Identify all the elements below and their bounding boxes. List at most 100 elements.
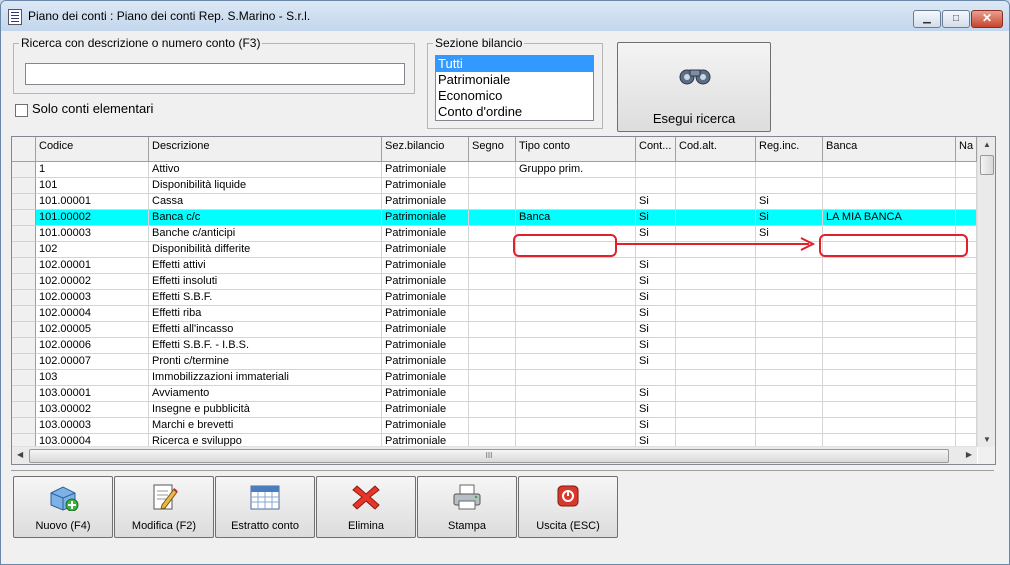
run-search-button[interactable]: Esegui ricerca xyxy=(617,42,771,132)
cell-descrizione[interactable]: Marchi e brevetti xyxy=(149,418,382,434)
cell-segno[interactable] xyxy=(469,370,516,386)
title-bar[interactable]: Piano dei conti : Piano dei conti Rep. S… xyxy=(1,1,1009,31)
cell-cont[interactable]: Si xyxy=(636,418,676,434)
cell-banca[interactable] xyxy=(823,338,956,354)
section-option-conto-ordine[interactable]: Conto d'ordine xyxy=(436,104,593,120)
cell-reginc[interactable] xyxy=(756,322,823,338)
horizontal-scrollbar[interactable]: ◀ III ▶ xyxy=(12,446,977,464)
cell-codice[interactable]: 101 xyxy=(36,178,149,194)
header-na[interactable]: Na xyxy=(956,137,977,161)
cell-na[interactable] xyxy=(956,274,977,290)
cell-banca[interactable] xyxy=(823,178,956,194)
cell-sez[interactable]: Patrimoniale xyxy=(382,178,469,194)
cell-reginc[interactable] xyxy=(756,418,823,434)
cell-codalt[interactable] xyxy=(676,354,756,370)
cell-cont[interactable]: Si xyxy=(636,338,676,354)
header-sez-bilancio[interactable]: Sez.bilancio xyxy=(382,137,469,161)
cell-banca[interactable]: LA MIA BANCA xyxy=(823,210,956,226)
cell-tipo[interactable] xyxy=(516,386,636,402)
header-segno[interactable]: Segno xyxy=(469,137,516,161)
cell-codalt[interactable] xyxy=(676,178,756,194)
header-descrizione[interactable]: Descrizione xyxy=(149,137,382,161)
cell-reginc[interactable] xyxy=(756,386,823,402)
table-row[interactable]: 103.00003 Marchi e brevetti Patrimoniale Si xyxy=(12,418,977,434)
cell-reginc[interactable]: Si xyxy=(756,210,823,226)
edit-button[interactable]: Modifica (F2) xyxy=(114,476,214,538)
cell-codalt[interactable] xyxy=(676,274,756,290)
table-row[interactable]: 102.00001 Effetti attivi Patrimoniale Si xyxy=(12,258,977,274)
scroll-right-icon[interactable]: ▶ xyxy=(966,450,972,459)
row-indicator[interactable] xyxy=(12,242,36,258)
cell-codice[interactable]: 101.00001 xyxy=(36,194,149,210)
cell-segno[interactable] xyxy=(469,210,516,226)
row-indicator[interactable] xyxy=(12,402,36,418)
table-row[interactable]: 101.00002 Banca c/c Patrimoniale Banca Si Si L… xyxy=(12,210,977,226)
cell-banca[interactable] xyxy=(823,402,956,418)
cell-banca[interactable] xyxy=(823,274,956,290)
cell-descrizione[interactable]: Banche c/anticipi xyxy=(149,226,382,242)
cell-codalt[interactable] xyxy=(676,258,756,274)
table-row[interactable]: 102.00004 Effetti riba Patrimoniale Si xyxy=(12,306,977,322)
row-indicator[interactable] xyxy=(12,258,36,274)
cell-segno[interactable] xyxy=(469,194,516,210)
cell-sez[interactable]: Patrimoniale xyxy=(382,354,469,370)
section-option-economico[interactable]: Economico xyxy=(436,88,593,104)
table-row[interactable]: 102.00005 Effetti all'incasso Patrimoniale… xyxy=(12,322,977,338)
cell-reginc[interactable] xyxy=(756,274,823,290)
cell-codice[interactable]: 102 xyxy=(36,242,149,258)
header-cod-alt[interactable]: Cod.alt. xyxy=(676,137,756,161)
cell-codalt[interactable] xyxy=(676,210,756,226)
cell-reginc[interactable]: Si xyxy=(756,194,823,210)
table-row[interactable]: 101 Disponibilità liquide Patrimoniale xyxy=(12,178,977,194)
cell-tipo[interactable] xyxy=(516,354,636,370)
cell-tipo[interactable] xyxy=(516,402,636,418)
cell-cont[interactable]: Si xyxy=(636,258,676,274)
cell-codalt[interactable] xyxy=(676,194,756,210)
cell-banca[interactable] xyxy=(823,306,956,322)
section-option-tutti[interactable]: Tutti xyxy=(436,56,593,72)
cell-reginc[interactable] xyxy=(756,306,823,322)
cell-na[interactable] xyxy=(956,322,977,338)
section-option-patrimoniale[interactable]: Patrimoniale xyxy=(436,72,593,88)
cell-descrizione[interactable]: Effetti S.B.F. - I.B.S. xyxy=(149,338,382,354)
close-button[interactable]: ✕ xyxy=(971,10,1003,28)
statement-button[interactable]: Estratto conto xyxy=(215,476,315,538)
cell-descrizione[interactable]: Insegne e pubblicità xyxy=(149,402,382,418)
table-row[interactable]: 103.00001 Avviamento Patrimoniale Si xyxy=(12,386,977,402)
cell-tipo[interactable] xyxy=(516,306,636,322)
cell-sez[interactable]: Patrimoniale xyxy=(382,290,469,306)
cell-na[interactable] xyxy=(956,178,977,194)
cell-codice[interactable]: 102.00002 xyxy=(36,274,149,290)
cell-codalt[interactable] xyxy=(676,418,756,434)
delete-button[interactable]: Elimina xyxy=(316,476,416,538)
cell-descrizione[interactable]: Avviamento xyxy=(149,386,382,402)
cell-segno[interactable] xyxy=(469,242,516,258)
elementary-accounts-checkbox[interactable] xyxy=(15,104,28,117)
cell-banca[interactable] xyxy=(823,194,956,210)
cell-sez[interactable]: Patrimoniale xyxy=(382,306,469,322)
row-indicator[interactable] xyxy=(12,210,36,226)
cell-codice[interactable]: 1 xyxy=(36,162,149,178)
header-cont[interactable]: Cont... xyxy=(636,137,676,161)
cell-sez[interactable]: Patrimoniale xyxy=(382,162,469,178)
cell-segno[interactable] xyxy=(469,306,516,322)
table-row[interactable]: 102.00002 Effetti insoluti Patrimoniale Si xyxy=(12,274,977,290)
cell-codice[interactable]: 102.00001 xyxy=(36,258,149,274)
row-indicator[interactable] xyxy=(12,194,36,210)
row-indicator[interactable] xyxy=(12,370,36,386)
table-row[interactable]: 103 Immobilizzazioni immateriali Patrimoni… xyxy=(12,370,977,386)
cell-tipo[interactable]: Gruppo prim. xyxy=(516,162,636,178)
cell-na[interactable] xyxy=(956,402,977,418)
cell-sez[interactable]: Patrimoniale xyxy=(382,338,469,354)
scroll-left-icon[interactable]: ◀ xyxy=(17,450,23,459)
exit-button[interactable]: Uscita (ESC) xyxy=(518,476,618,538)
cell-sez[interactable]: Patrimoniale xyxy=(382,242,469,258)
cell-codice[interactable]: 101.00003 xyxy=(36,226,149,242)
row-indicator[interactable] xyxy=(12,418,36,434)
header-banca[interactable]: Banca xyxy=(823,137,956,161)
cell-na[interactable] xyxy=(956,370,977,386)
header-codice[interactable]: Codice xyxy=(36,137,149,161)
cell-tipo[interactable] xyxy=(516,338,636,354)
cell-banca[interactable] xyxy=(823,386,956,402)
cell-codalt[interactable] xyxy=(676,290,756,306)
